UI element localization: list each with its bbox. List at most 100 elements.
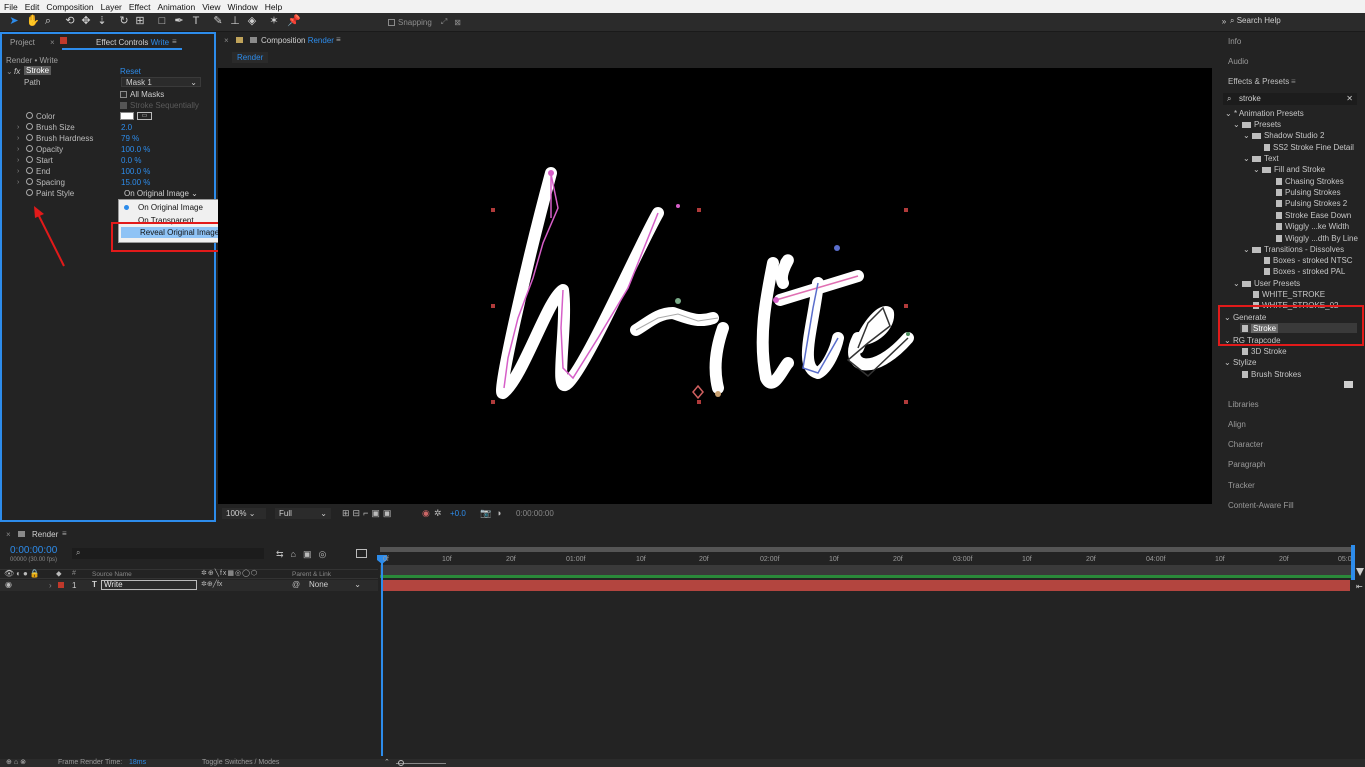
twirl-icon[interactable]: › [17, 146, 19, 153]
puppet-tool-icon[interactable]: 📌 [287, 15, 299, 28]
panel-libraries[interactable]: Libraries [1228, 400, 1259, 409]
rotation-tool-icon[interactable]: ↻ [118, 15, 130, 28]
panel-menu-icon[interactable]: ≡ [336, 35, 341, 44]
zoom-slider-handle[interactable] [398, 760, 404, 766]
search-help[interactable]: ⌕ Search Help [1230, 16, 1281, 26]
menu-layer[interactable]: Layer [101, 2, 122, 12]
view-options-icon[interactable]: ⊞⊟⌐▣▣ [342, 508, 394, 519]
tree-wiggly-width[interactable]: Wiggly ...ke Width [1276, 222, 1349, 231]
panel-character[interactable]: Character [1228, 440, 1263, 449]
rectangle-tool-icon[interactable]: □ [156, 15, 168, 28]
twirl-icon[interactable]: ⌄ [6, 67, 13, 76]
spacing-value[interactable]: 15.00 % [121, 178, 150, 187]
pan-tool-icon[interactable]: ✥ [80, 15, 92, 28]
timeline-switches-icon[interactable]: ⇆⌂▣◎ [276, 549, 333, 560]
tab-timeline-render[interactable]: Render [32, 530, 58, 539]
exposure-icon[interactable]: ✲ [434, 508, 442, 519]
panel-menu-icon[interactable]: ≡ [172, 37, 177, 46]
zoom-dropdown[interactable]: 100% ⌄ [222, 508, 266, 519]
pen-tool-icon[interactable]: ✒ [173, 15, 185, 28]
panel-menu-icon[interactable]: ≡ [1291, 77, 1296, 86]
clear-icon[interactable]: ✕ [1346, 93, 1353, 105]
menu-effect[interactable]: Effect [129, 2, 151, 12]
toggle-switches-modes[interactable]: Toggle Switches / Modes [202, 759, 279, 766]
eyedropper-icon[interactable]: ▭ [137, 112, 152, 120]
tree-boxes-pal[interactable]: Boxes - stroked PAL [1264, 267, 1345, 276]
stopwatch-icon[interactable] [26, 112, 33, 119]
menu-animation[interactable]: Animation [157, 2, 195, 12]
tree-user-presets[interactable]: ⌄ User Presets [1233, 279, 1300, 288]
brush-hardness-value[interactable]: 79 % [121, 134, 139, 143]
label-color-icon[interactable] [58, 582, 64, 588]
menu-composition[interactable]: Composition [46, 2, 93, 12]
snapping-checkbox[interactable] [388, 19, 395, 26]
close-icon[interactable]: × [224, 36, 229, 45]
graph-editor-icon[interactable] [356, 549, 367, 558]
stopwatch-icon[interactable] [26, 178, 33, 185]
all-masks-checkbox[interactable] [120, 91, 127, 98]
playhead[interactable] [381, 556, 383, 756]
menu-edit[interactable]: Edit [25, 2, 40, 12]
timeline-timecode[interactable]: 0:00:00:00 [10, 545, 57, 556]
tree-ss2-stroke[interactable]: SS2 Stroke Fine Detail [1264, 143, 1354, 152]
anchor-tool-icon[interactable]: ⊞ [134, 15, 146, 28]
effects-search-input[interactable]: ⌕stroke✕ [1223, 93, 1357, 105]
pickwhip-icon[interactable]: @ [292, 580, 300, 589]
twirl-icon[interactable]: › [17, 179, 19, 186]
tree-pulsing-strokes[interactable]: Pulsing Strokes [1276, 188, 1341, 197]
exposure-value[interactable]: +0.0 [450, 509, 466, 518]
panel-menu-icon[interactable]: ≡ [62, 529, 67, 538]
panel-align[interactable]: Align [1228, 420, 1246, 429]
tree-fill-stroke[interactable]: ⌄ Fill and Stroke [1253, 165, 1325, 174]
panel-tracker[interactable]: Tracker [1228, 481, 1255, 490]
roto-brush-tool-icon[interactable]: ✶ [268, 15, 280, 28]
stopwatch-icon[interactable] [26, 156, 33, 163]
layer-fx-icon[interactable]: ✲⊕╱fx [201, 580, 222, 588]
work-area-end-handle[interactable] [1351, 545, 1355, 580]
panel-effects-presets[interactable]: Effects & Presets [1228, 77, 1289, 86]
orbit-tool-icon[interactable]: ⟲ [64, 15, 76, 28]
twirl-icon[interactable]: › [49, 581, 52, 590]
tree-stroke-ease-down[interactable]: Stroke Ease Down [1276, 211, 1351, 220]
menu-file[interactable]: File [4, 2, 18, 12]
selection-tool-icon[interactable]: ➤ [8, 15, 20, 28]
tab-project[interactable]: Project [10, 38, 35, 47]
zoom-tool-icon[interactable]: ⌕ [42, 15, 54, 28]
panel-info[interactable]: Info [1228, 37, 1241, 46]
comp-viewer[interactable] [218, 68, 1212, 504]
tree-pulsing-strokes-2[interactable]: Pulsing Strokes 2 [1276, 199, 1347, 208]
all-masks-option[interactable]: All Masks [120, 90, 164, 99]
panel-content-aware-fill[interactable]: Content-Aware Fill [1228, 501, 1294, 510]
brush-size-value[interactable]: 2.0 [121, 123, 132, 132]
new-preset-icon[interactable] [1344, 381, 1353, 388]
reset-link[interactable]: Reset [120, 67, 141, 76]
clone-stamp-tool-icon[interactable]: ⊥ [229, 15, 241, 28]
status-icons[interactable]: ⊕⌂⊗ [6, 758, 28, 766]
twirl-icon[interactable]: › [17, 124, 19, 131]
comp-marker-icon[interactable]: ⇤ [1356, 582, 1363, 591]
fx-icon[interactable]: fx [14, 67, 20, 76]
twirl-icon[interactable]: › [17, 168, 19, 175]
stopwatch-icon[interactable] [26, 167, 33, 174]
stopwatch-icon[interactable] [26, 134, 33, 141]
layer-name[interactable]: Write [101, 580, 197, 590]
end-value[interactable]: 100.0 % [121, 167, 150, 176]
tab-composition[interactable]: Composition Render [261, 36, 334, 45]
eraser-tool-icon[interactable]: ◈ [246, 15, 258, 28]
comp-breadcrumb[interactable]: Render [232, 52, 268, 63]
menu-help[interactable]: Help [265, 2, 282, 12]
close-icon[interactable]: × [6, 530, 11, 539]
type-tool-icon[interactable]: T [190, 15, 202, 28]
tree-boxes-ntsc[interactable]: Boxes - stroked NTSC [1264, 256, 1353, 265]
visibility-icon[interactable]: ◉ [5, 580, 12, 589]
color-swatch[interactable] [120, 112, 134, 120]
tree-white-stroke[interactable]: WHITE_STROKE [1253, 290, 1325, 299]
opacity-value[interactable]: 100.0 % [121, 145, 150, 154]
close-icon[interactable]: × [50, 38, 55, 47]
show-snapshot-icon[interactable]: ◑ [496, 508, 501, 518]
brush-tool-icon[interactable]: ✎ [212, 15, 224, 28]
tree-3d-stroke[interactable]: 3D Stroke [1242, 347, 1287, 356]
hand-tool-icon[interactable]: ✋ [26, 15, 38, 28]
tree-shadow-studio[interactable]: ⌄ Shadow Studio 2 [1243, 131, 1324, 140]
av-switches-icon[interactable]: 👁◐●🔒 [4, 569, 42, 578]
